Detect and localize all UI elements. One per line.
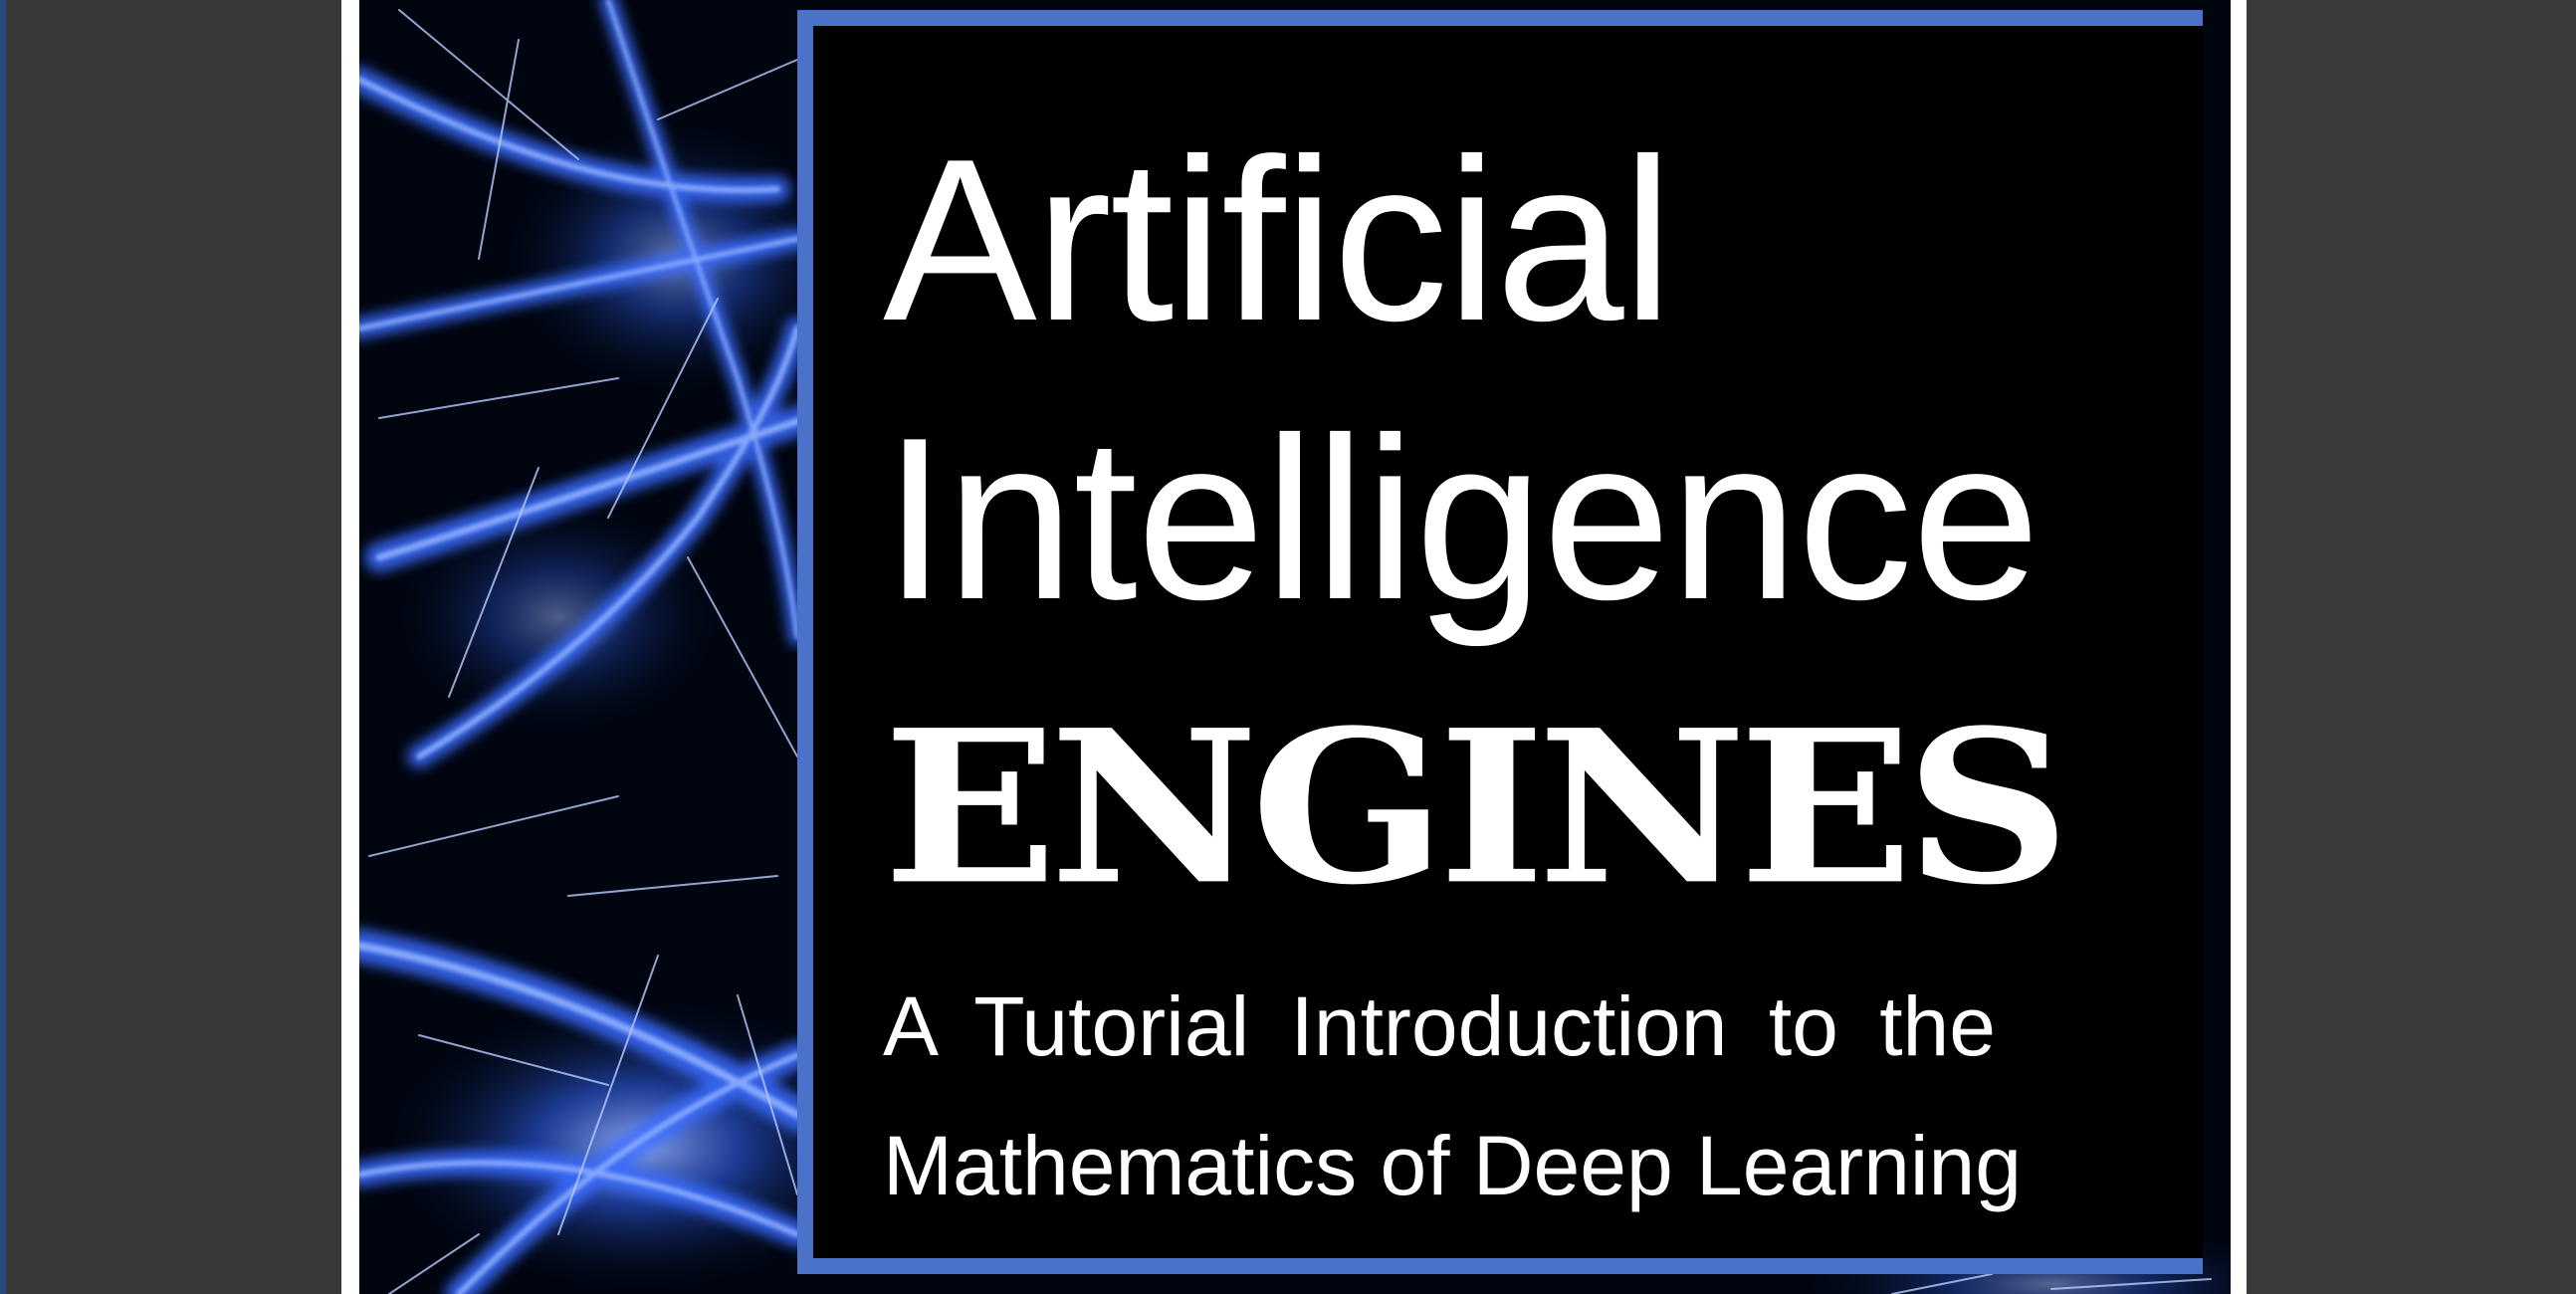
book-cover: Artificial Intelligence ENGINES A Tutori… xyxy=(359,0,2231,1294)
document-viewer: Artificial Intelligence ENGINES A Tutori… xyxy=(0,0,2576,1294)
cover-subtitle-line-1: A Tutorial Introduction to the xyxy=(883,979,1996,1073)
cover-title-line-3: ENGINES xyxy=(883,684,2070,932)
cover-title-line-1: Artificial xyxy=(883,111,1673,369)
viewer-right-gutter xyxy=(2247,0,2576,1294)
cover-title-line-2: Intelligence xyxy=(883,390,2040,648)
document-page[interactable]: Artificial Intelligence ENGINES A Tutori… xyxy=(341,0,2247,1294)
title-panel: Artificial Intelligence ENGINES A Tutori… xyxy=(797,10,2203,1274)
left-window-edge xyxy=(0,0,6,1294)
cover-subtitle-line-2: Mathematics of Deep Learning xyxy=(883,1119,2022,1212)
